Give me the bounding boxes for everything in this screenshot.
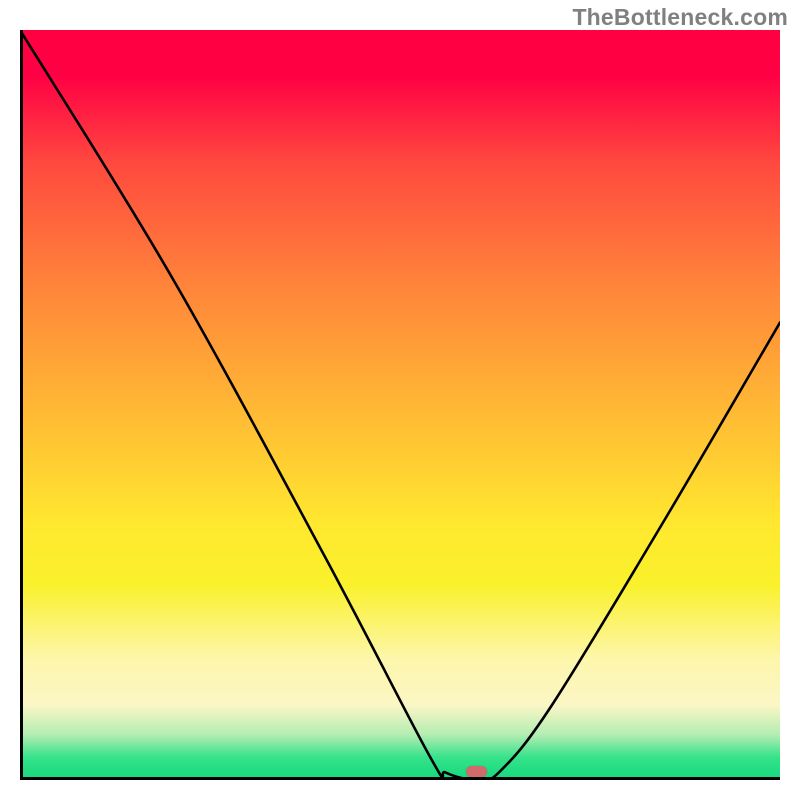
watermark-text: TheBottleneck.com bbox=[572, 4, 788, 31]
plot-area bbox=[20, 30, 780, 780]
y-axis bbox=[20, 30, 23, 780]
chart-canvas: TheBottleneck.com bbox=[0, 0, 800, 800]
curve-path bbox=[20, 30, 780, 780]
optimal-marker bbox=[466, 766, 487, 777]
bottleneck-curve bbox=[20, 30, 780, 780]
x-axis bbox=[20, 777, 780, 780]
